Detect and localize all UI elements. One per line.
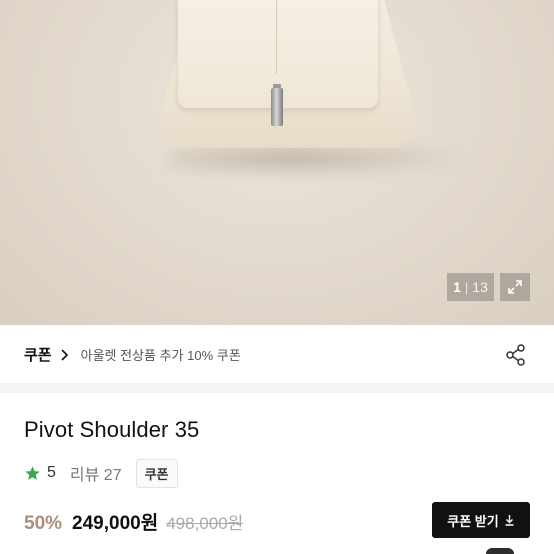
coupon-description: 아울렛 전상품 추가 10% 쿠폰 — [80, 347, 241, 363]
coupon-label: 쿠폰 — [24, 346, 52, 364]
product-title: Pivot Shoulder 35 — [24, 417, 200, 442]
coupon-row[interactable]: 쿠폰 아울렛 전상품 추가 10% 쿠폰 — [0, 325, 554, 384]
download-icon — [505, 515, 514, 526]
share-button[interactable] — [504, 343, 528, 367]
price-row: 50% 249,000원 498,000원 — [24, 508, 243, 534]
expand-image-button[interactable] — [500, 273, 530, 301]
star-icon — [25, 465, 40, 480]
image-counter-separator: | — [464, 279, 469, 295]
share-icon — [506, 344, 525, 366]
discount-rate: 50% — [24, 513, 63, 534]
sale-price: 249,000원 — [72, 513, 159, 534]
floating-button-edge[interactable] — [486, 548, 514, 554]
get-coupon-button[interactable]: 쿠폰 받기 — [432, 502, 530, 538]
expand-icon — [508, 280, 522, 294]
image-counter: 1 | 13 — [447, 273, 494, 301]
product-meta: 5 리뷰 27 쿠폰 — [24, 458, 178, 488]
bag-clasp — [271, 88, 283, 126]
reviews-link[interactable]: 리뷰 27 — [70, 461, 122, 485]
chevron-right-icon — [61, 349, 68, 361]
get-coupon-label: 쿠폰 받기 — [447, 513, 499, 529]
section-divider — [0, 383, 554, 393]
rating-value: 5 — [47, 464, 56, 481]
image-counter-total: 13 — [472, 279, 488, 295]
image-counter-current: 1 — [453, 279, 461, 295]
product-image-gallery[interactable]: 1 | 13 — [0, 0, 554, 325]
original-price: 498,000원 — [166, 514, 244, 533]
bottom-edge — [0, 550, 554, 554]
coupon-badge: 쿠폰 — [135, 458, 178, 488]
bag-seam — [276, 0, 277, 74]
